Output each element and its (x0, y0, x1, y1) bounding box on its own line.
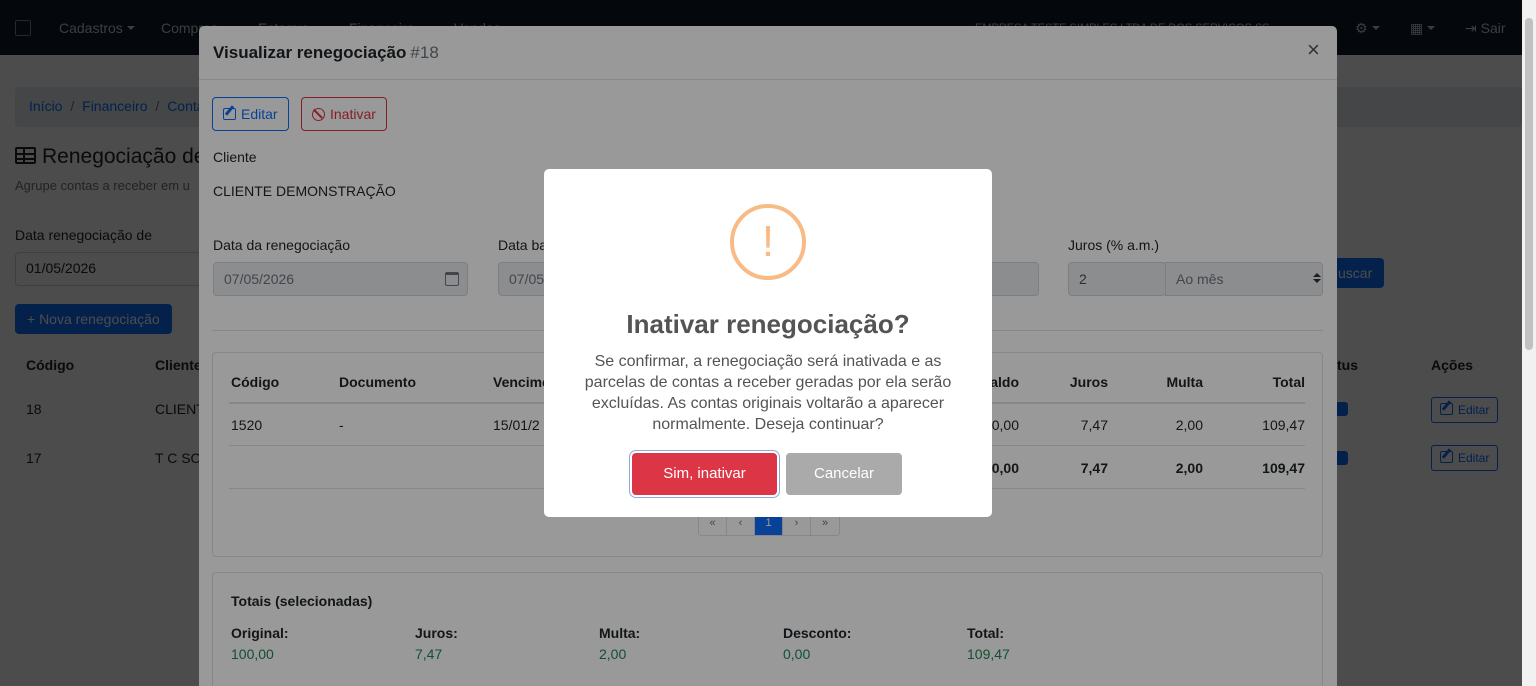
scrollbar-thumb[interactable] (1525, 18, 1533, 350)
page-scrollbar[interactable] (1522, 0, 1536, 686)
dialog-message: Se confirmar, a renegociação será inativ… (584, 353, 952, 433)
warning-icon: ! (730, 204, 806, 280)
cancel-button[interactable]: Cancelar (786, 453, 902, 495)
confirm-inactivate-button[interactable]: Sim, inativar (632, 453, 777, 495)
confirm-inactivate-dialog: ! Inativar renegociação? Se confirmar, a… (544, 169, 992, 517)
dialog-title: Inativar renegociação? (626, 309, 910, 339)
